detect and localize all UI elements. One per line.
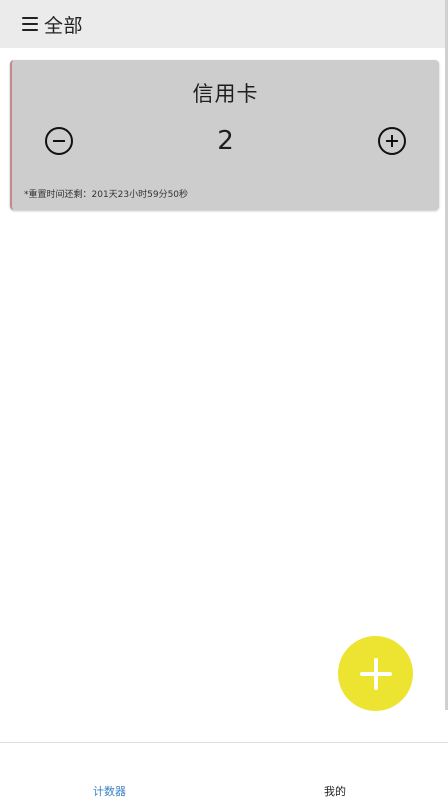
counter-card[interactable]: 信用卡 2 *重置时间还剩：201天23小时59分50秒 — [10, 60, 439, 210]
plus-circle-icon — [378, 127, 406, 155]
hamburger-menu-icon[interactable] — [22, 17, 38, 31]
bottom-navigation: 计数器 我的 — [0, 742, 448, 799]
counter-value: 2 — [217, 126, 234, 156]
header-title: 全部 — [44, 14, 84, 37]
reset-countdown-text: *重置时间还剩：201天23小时59分50秒 — [24, 190, 189, 200]
tab-mine[interactable]: 我的 — [324, 783, 346, 799]
plus-icon — [359, 657, 392, 690]
increment-button[interactable] — [377, 126, 407, 156]
menu-toggle[interactable]: 全部 — [22, 11, 83, 38]
counter-title: 信用卡 — [192, 82, 259, 106]
top-header: 全部 — [0, 0, 448, 48]
add-counter-button[interactable] — [338, 636, 413, 711]
tab-counter[interactable]: 计数器 — [93, 783, 126, 799]
